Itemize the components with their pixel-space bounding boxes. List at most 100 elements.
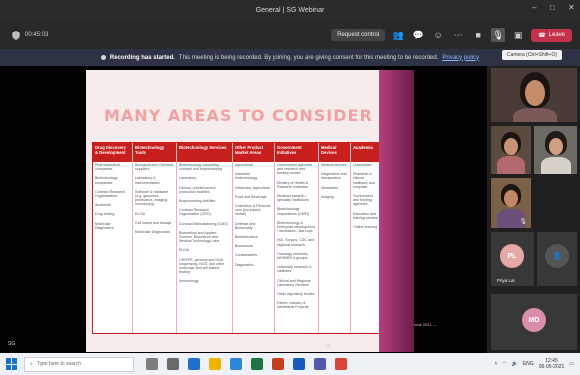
person-icon: 👤 [552, 253, 562, 260]
volume-icon[interactable]: 🔊 [512, 361, 518, 367]
table-cell: Pharmaceutical companies [95, 163, 120, 172]
participant-tile-4[interactable]: 🎙 [491, 178, 531, 228]
close-icon[interactable]: ✕ [568, 4, 576, 12]
table-cell: Veterinary, Agriculture [235, 185, 270, 190]
windows-taskbar: ⌕ Type here to search ˄ ◠ 🔊 ENG 12:45 06… [0, 353, 580, 375]
table-cell: Biotechnology corporations (GMFI) [277, 207, 310, 216]
table-cell: Cell based and Assays [135, 220, 172, 225]
table-cell: Government agencies and research and fun… [277, 163, 313, 176]
window-title: General | SG Webinar [255, 7, 325, 14]
search-icon: ⌕ [30, 361, 33, 367]
camera-icon[interactable]: ■ [471, 28, 485, 42]
leave-label: Leave [548, 32, 565, 38]
edge-icon[interactable] [188, 358, 200, 370]
teams-icon[interactable] [314, 358, 326, 370]
slide-title: MANY AREAS TO CONSIDER [104, 106, 373, 125]
slide-accent-band [379, 70, 414, 352]
participant-tile-pl[interactable]: PL Priya Lal [491, 232, 534, 286]
participant-tile-1[interactable] [491, 68, 577, 122]
more-actions-icon[interactable]: ⋯ [451, 28, 465, 42]
table-cell: Medical devices [321, 163, 347, 167]
participant-tile-2[interactable] [491, 126, 531, 174]
task-view-icon[interactable] [167, 358, 179, 370]
table-cell: Contract Manufacturing (CMO) [179, 221, 229, 226]
chat-icon[interactable]: 💬 [411, 28, 425, 42]
table-cell: Bioinformatics [235, 235, 258, 240]
table-cell: Food and Beverage [235, 194, 267, 199]
maximize-icon[interactable]: □ [550, 4, 558, 12]
table-cell: Consumables [235, 253, 257, 258]
microphone-icon[interactable]: 🎙 [491, 28, 506, 42]
table-cell: Clinical and Regional Laboratory Service… [277, 278, 311, 287]
file-explorer-icon[interactable] [209, 358, 221, 370]
table-cell: Ministry of Health & Research Institutes [277, 180, 309, 189]
chevron-up-icon[interactable]: ˄ [494, 361, 497, 367]
table-column: Academia Universities Research & clinical … [351, 143, 381, 333]
windows-start-icon[interactable] [6, 358, 18, 370]
table-cell: Oncology networks, MOHMRI & groups [277, 251, 309, 261]
table-cell: Contract Research Organisation (CRO) [179, 208, 211, 217]
table-column: Other Product Market Areas Agricultural In… [233, 143, 275, 333]
chrome-icon[interactable] [335, 358, 347, 370]
presentation-slide: MANY AREAS TO CONSIDER Drug Discovery & … [86, 70, 437, 352]
banner-title: Recording has started. [109, 54, 175, 61]
presenter-label: SG [8, 341, 16, 347]
window-controls: – □ ✕ [532, 4, 576, 12]
taskbar-search-input[interactable]: ⌕ Type here to search [24, 356, 134, 372]
request-control-button[interactable]: Request control [331, 29, 386, 41]
system-tray: ˄ ◠ 🔊 ENG 12:45 06-05-2021 ▭ [494, 358, 574, 370]
table-cell: Other regulatory bodies [277, 292, 315, 297]
participant-tile-3[interactable] [534, 126, 577, 174]
recording-banner: Recording has started. This meeting is b… [0, 49, 580, 66]
table-cell: University networks & institutes [277, 265, 312, 274]
avatar-md: MD [522, 308, 546, 332]
word-icon[interactable] [293, 358, 305, 370]
table-cell: Academia [95, 203, 111, 208]
search-placeholder: Type here to search [36, 361, 82, 367]
recording-icon [100, 55, 106, 60]
cortana-icon[interactable] [146, 358, 158, 370]
table-cell: Diagnostics [235, 262, 254, 267]
camera-tooltip: Camera (Ctrl+Shift+O) [501, 50, 562, 60]
table-cell: Patent, Industry & Intellectual Property [277, 301, 309, 310]
toolbar-actions: Request control 👥 💬 ☺ ⋯ ■ 🎙 ▣ ☎ Leave [331, 28, 572, 42]
table-cell: Biotechnology & Enterprise development /… [277, 220, 315, 234]
table-cell: Biosensors [235, 244, 253, 249]
reactions-icon[interactable]: ☺ [431, 28, 445, 42]
table-cell: Medical research / specialty institution… [277, 194, 309, 203]
table-cell: Online learning [353, 225, 378, 230]
store-icon[interactable] [230, 358, 242, 370]
share-icon[interactable]: ▣ [511, 28, 525, 42]
table-cell: Imaging [321, 194, 334, 199]
table-cell: Bioprocessing facilities [179, 199, 216, 204]
participant-tile-6[interactable]: 👤 [537, 232, 577, 286]
language-indicator[interactable]: ENG [523, 361, 534, 367]
leave-button[interactable]: ☎ Leave [531, 28, 572, 42]
table-column: Drug Discovery & Development Pharmaceutic… [93, 143, 133, 333]
table-cell: Molecular Diagnostics [135, 230, 171, 235]
minimize-icon[interactable]: – [532, 4, 540, 12]
table-column: Biotechnology Tools Biological and Chemic… [133, 143, 177, 333]
table-column: Medical Devices Medical devices Diagnostic… [319, 143, 351, 333]
privacy-policy-link[interactable]: Privacy policy [442, 55, 479, 61]
notifications-icon[interactable]: ▭ [569, 361, 574, 367]
table-cell: Laboratory [179, 176, 197, 181]
column-header: Biotechnology Services [179, 145, 227, 150]
column-header: Government Initiatives [277, 145, 302, 155]
participant-tile-md[interactable]: MD [491, 294, 577, 350]
powerpoint-icon[interactable] [272, 358, 284, 370]
excel-icon[interactable] [251, 358, 263, 370]
wifi-icon[interactable]: ◠ [502, 361, 506, 367]
table-cell: Education and training centres [353, 211, 378, 220]
table-cell: Agricultural [235, 163, 253, 167]
table-cell: Clinical, preclinical and production fac… [179, 185, 216, 194]
meeting-timer: 00:45:03 [12, 30, 48, 40]
table-cell: Immunology [179, 279, 199, 284]
taskbar-apps [146, 358, 347, 370]
participant-name: Priya Lal [497, 278, 515, 283]
column-header: Other Product Market Areas [235, 145, 264, 155]
people-icon[interactable]: 👥 [391, 28, 405, 42]
column-header: Drug Discovery & Development [95, 145, 126, 155]
column-header: Medical Devices [321, 145, 337, 155]
taskbar-clock[interactable]: 12:45 06-05-2021 [539, 358, 565, 370]
